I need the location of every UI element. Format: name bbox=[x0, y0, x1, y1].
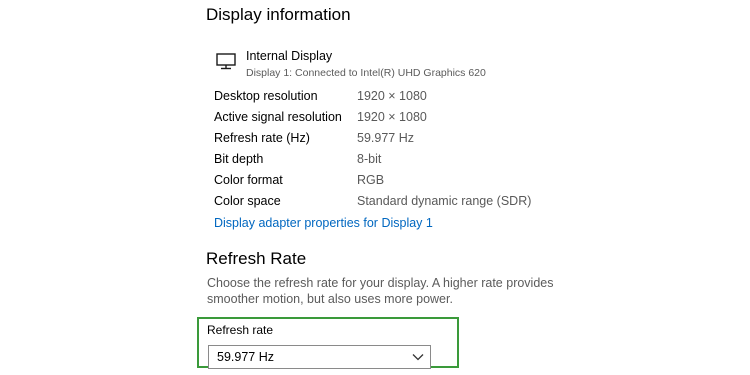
info-row-color-space: Color space Standard dynamic range (SDR) bbox=[214, 193, 614, 214]
chevron-down-icon bbox=[412, 354, 424, 361]
info-value: RGB bbox=[357, 173, 385, 187]
info-label: Bit depth bbox=[214, 152, 264, 166]
info-value: 8-bit bbox=[357, 152, 382, 166]
info-row-bit-depth: Bit depth 8-bit bbox=[214, 151, 614, 172]
info-row-active-signal-resolution: Active signal resolution 1920 × 1080 bbox=[214, 109, 614, 130]
info-row-desktop-resolution: Desktop resolution 1920 × 1080 bbox=[214, 88, 614, 109]
info-value: Standard dynamic range (SDR) bbox=[357, 194, 532, 208]
refresh-rate-description: Choose the refresh rate for your display… bbox=[207, 276, 554, 306]
info-value: 1920 × 1080 bbox=[357, 89, 427, 103]
info-label: Refresh rate (Hz) bbox=[214, 131, 310, 145]
info-value: 59.977 Hz bbox=[357, 131, 414, 145]
refresh-rate-heading: Refresh Rate bbox=[206, 249, 307, 268]
info-label: Color format bbox=[214, 173, 283, 187]
refresh-rate-dropdown[interactable]: 59.977 Hz bbox=[208, 345, 431, 369]
info-value: 1920 × 1080 bbox=[357, 110, 427, 124]
display-information-heading: Display information bbox=[206, 5, 351, 24]
display-adapter-properties-link[interactable]: Display adapter properties for Display 1 bbox=[214, 216, 433, 230]
info-label: Active signal resolution bbox=[214, 110, 342, 124]
refresh-rate-selected-value: 59.977 Hz bbox=[217, 350, 274, 364]
display-entry: Internal Display Display 1: Connected to… bbox=[216, 49, 616, 83]
monitor-icon bbox=[216, 53, 236, 70]
display-name: Internal Display bbox=[246, 49, 333, 63]
info-row-color-format: Color format RGB bbox=[214, 172, 614, 193]
settings-page: Display information Internal Display Dis… bbox=[0, 0, 750, 375]
display-info-table: Desktop resolution 1920 × 1080 Active si… bbox=[214, 88, 614, 214]
display-connection-info: Display 1: Connected to Intel(R) UHD Gra… bbox=[246, 67, 486, 79]
refresh-rate-select-label: Refresh rate bbox=[207, 323, 274, 337]
info-row-refresh-rate: Refresh rate (Hz) 59.977 Hz bbox=[214, 130, 614, 151]
info-label: Color space bbox=[214, 194, 281, 208]
info-label: Desktop resolution bbox=[214, 89, 318, 103]
